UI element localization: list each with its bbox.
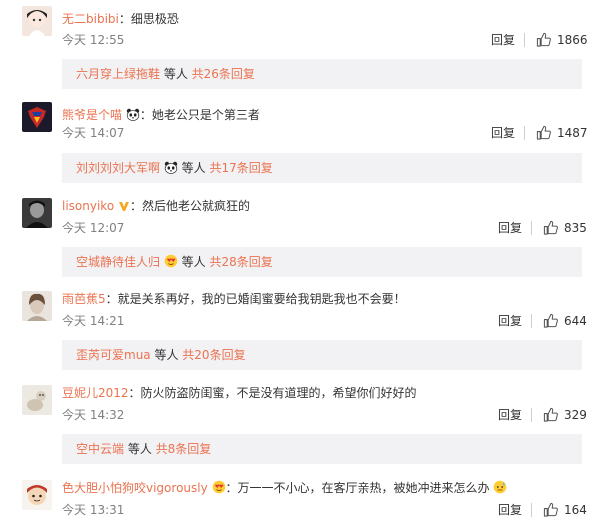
comment-line: 熊爷是个喵 ：她老公只是个第三者 [62, 107, 260, 123]
comment-text: ：细思极恐 [118, 12, 179, 26]
comment-line: lisonyiko ：然后他老公就疯狂的 [62, 198, 250, 214]
comment-line: 色大胆小怕狗咬vigorously ：万一一不小心，在客厅亲热，被她冲进来怎么办 [62, 480, 507, 496]
thumbs-up-icon [543, 502, 558, 517]
comment-time: 今天 14:21 [62, 314, 125, 328]
comment-time: 今天 13:31 [62, 503, 125, 517]
avatar[interactable] [22, 102, 52, 132]
username-link[interactable]: 豆妮儿2012 [62, 386, 129, 400]
like-button[interactable]: 1866 [536, 32, 588, 48]
like-count: 164 [564, 503, 587, 517]
more-replies-link[interactable]: 共17条回复 [206, 161, 272, 175]
divider [531, 221, 532, 235]
comment-time: 今天 12:55 [62, 33, 125, 47]
like-button[interactable]: 644 [543, 313, 587, 329]
sub-reply-user[interactable]: 空中云端 [76, 442, 124, 456]
reply-button[interactable]: 回复 [491, 32, 515, 48]
sub-replies-box[interactable]: 六月穿上绿拖鞋 等人 共26条回复 [62, 59, 582, 89]
comment-time: 今天 12:07 [62, 221, 125, 235]
like-count: 835 [564, 221, 587, 235]
like-count: 329 [564, 408, 587, 422]
sub-replies-box[interactable]: 空城静待佳人归 等人 共28条回复 [62, 247, 582, 277]
sub-reply-user[interactable]: 空城静待佳人归 [76, 255, 160, 269]
comment-line: 豆妮儿2012：防火防盗防闺蜜，不是没有道理的，希望你们好好的 [62, 385, 417, 401]
sub-reply-user[interactable]: 六月穿上绿拖鞋 [76, 67, 160, 81]
sub-reply-user[interactable]: 刘刘刘刘大军啊 [76, 161, 160, 175]
comment-text: ：防火防盗防闺蜜，不是没有道理的，希望你们好好的 [128, 386, 417, 400]
username-link[interactable]: 雨芭蕉5 [62, 292, 106, 306]
sweat-emoji-icon [494, 480, 507, 494]
reply-button[interactable]: 回复 [498, 220, 522, 236]
sub-reply-user[interactable]: 歪芮可爱mua [76, 348, 151, 362]
comment-time: 今天 14:07 [62, 126, 125, 140]
like-button[interactable]: 1487 [536, 125, 588, 141]
like-button[interactable]: 164 [543, 502, 587, 518]
divider [524, 126, 525, 140]
more-replies-link[interactable]: 共8条回复 [152, 442, 212, 456]
heart-eyes-emoji-icon [164, 254, 178, 268]
sub-replies-box[interactable]: 歪芮可爱mua 等人 共20条回复 [62, 340, 582, 370]
like-button[interactable]: 835 [543, 220, 587, 236]
comment-text: ：然后他老公就疯狂的 [130, 199, 251, 213]
more-replies-link[interactable]: 共20条回复 [178, 348, 245, 362]
reply-button[interactable]: 回复 [491, 125, 515, 141]
avatar[interactable] [22, 480, 52, 510]
comment-time: 今天 14:32 [62, 408, 125, 422]
like-count: 644 [564, 314, 587, 328]
thumbs-up-icon [543, 220, 558, 235]
avatar[interactable] [22, 6, 52, 36]
comment-text: ：万一一不小心，在客厅亲热，被她冲进来怎么办 [225, 481, 490, 495]
avatar[interactable] [22, 291, 52, 321]
divider [531, 503, 532, 517]
vip-badge-icon [119, 202, 129, 211]
username-link[interactable]: lisonyiko [62, 199, 114, 213]
panda-emoji-icon [126, 108, 140, 121]
heart-eyes-emoji-icon [212, 480, 225, 494]
avatar[interactable] [22, 385, 52, 415]
reply-button[interactable]: 回复 [498, 407, 522, 423]
avatar[interactable] [22, 198, 52, 228]
sub-replies-box[interactable]: 空中云端 等人 共8条回复 [62, 434, 582, 464]
username-link[interactable]: 无二bibibi [62, 12, 119, 26]
username-link[interactable]: 色大胆小怕狗咬vigorously [62, 481, 208, 495]
like-count: 1866 [557, 33, 588, 47]
thumbs-up-icon [536, 125, 551, 140]
sub-replies-box[interactable]: 刘刘刘刘大军啊 等人 共17条回复 [62, 153, 582, 183]
comment-line: 无二bibibi：细思极恐 [62, 11, 179, 27]
more-replies-link[interactable]: 共26条回复 [188, 67, 255, 81]
reply-button[interactable]: 回复 [498, 313, 522, 329]
divider [531, 314, 532, 328]
comment-text: ：就是关系再好，我的已婚闺蜜要给我钥匙我也不会要！ [105, 292, 406, 306]
divider [524, 33, 525, 47]
comment-text: ：她老公只是个第三者 [139, 108, 260, 122]
username-link[interactable]: 熊爷是个喵 [62, 108, 122, 122]
comment-line: 雨芭蕉5：就是关系再好，我的已婚闺蜜要给我钥匙我也不会要！ [62, 291, 406, 307]
reply-button[interactable]: 回复 [498, 502, 522, 518]
panda-emoji-icon [164, 161, 178, 174]
divider [531, 408, 532, 422]
thumbs-up-icon [536, 32, 551, 47]
more-replies-link[interactable]: 共28条回复 [206, 255, 272, 269]
thumbs-up-icon [543, 313, 558, 328]
like-button[interactable]: 329 [543, 407, 587, 423]
like-count: 1487 [557, 126, 588, 140]
thumbs-up-icon [543, 407, 558, 422]
